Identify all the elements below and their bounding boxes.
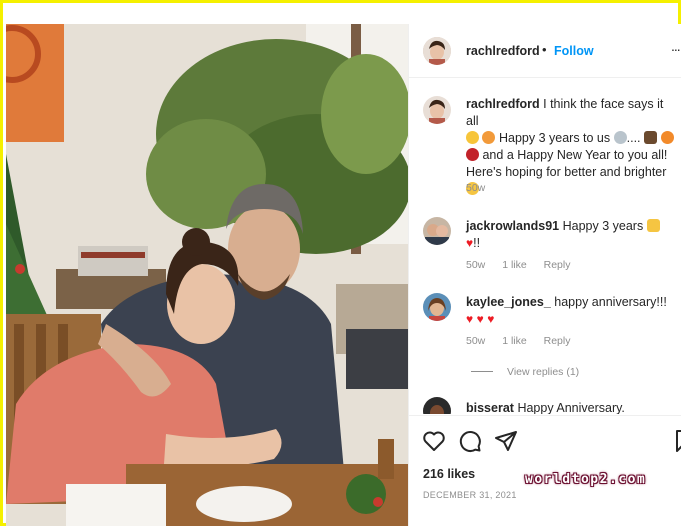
screenshot-frame: rachlredford • Follow ... rachlredford I… <box>0 0 681 526</box>
post-side-panel: rachlredford • Follow ... rachlredford I… <box>408 24 681 526</box>
smile-emoji-icon <box>466 131 479 144</box>
commenter-avatar-bisserat[interactable] <box>423 397 451 414</box>
separator-dot: • <box>542 42 547 57</box>
heart-icon[interactable] <box>422 429 446 453</box>
hugging-emoji-icon <box>646 219 660 232</box>
comment-tail: !! <box>473 236 481 250</box>
santa-emoji-icon <box>466 148 479 161</box>
comment-reply-button[interactable]: Reply <box>544 259 571 271</box>
comments-list: rachlredford I think the face says it al… <box>409 79 681 414</box>
more-options-icon[interactable]: ... <box>671 38 681 54</box>
caption-meta: 50w <box>466 182 499 194</box>
comment-text: jackrowlands91 Happy 3 years ♥!! <box>466 218 676 252</box>
view-replies-button[interactable]: View replies (1) <box>471 366 579 378</box>
caption-line-4: Here's hoping for better and brighter <box>466 165 667 179</box>
comment-text: kaylee_jones_ happy anniversary!!! ♥ ♥ ♥ <box>466 294 676 328</box>
caption-dots: .... <box>626 131 641 145</box>
comment-body: happy anniversary!!! <box>554 295 667 309</box>
red-heart-emoji-icon: ♥ <box>476 312 484 326</box>
ring-emoji-icon <box>613 131 627 144</box>
comment-meta: 50w 1 like Reply <box>466 259 584 271</box>
author-username[interactable]: rachlredford <box>466 44 540 58</box>
comment-time: 50w <box>466 259 486 271</box>
replies-divider <box>471 371 493 372</box>
comment-time: 50w <box>466 335 486 347</box>
red-heart-emoji-icon: ♥ <box>487 312 495 326</box>
caption-line-3: and a Happy New Year to you all! <box>482 148 668 162</box>
bookmark-icon[interactable] <box>672 429 681 453</box>
comment-icon[interactable] <box>458 429 482 453</box>
comment-likes[interactable]: 1 like <box>502 335 527 347</box>
likes-count[interactable]: 216 likes <box>423 467 475 481</box>
site-watermark: worldtop2.com <box>525 472 647 487</box>
comment-body: Happy 3 years <box>562 219 644 233</box>
comment-reply-button[interactable]: Reply <box>544 335 571 347</box>
follow-button[interactable]: Follow <box>554 44 594 58</box>
orange-heart-emoji-icon <box>660 131 674 144</box>
heart-eyes-emoji-icon <box>482 131 496 144</box>
caption-time: 50w <box>466 182 486 194</box>
share-icon[interactable] <box>494 429 518 453</box>
commenter-avatar-kaylee[interactable] <box>423 293 451 321</box>
author-avatar[interactable] <box>423 37 451 65</box>
view-replies-label: View replies (1) <box>507 366 580 378</box>
dog-emoji-icon <box>644 131 658 144</box>
post-date: DECEMBER 31, 2021 <box>423 490 517 500</box>
caption-line-2: Happy 3 years to us <box>498 131 611 145</box>
commenter-avatar-jack[interactable] <box>423 217 451 245</box>
comment-meta: 50w 1 like Reply <box>466 335 584 347</box>
caption-username[interactable]: rachlredford <box>466 97 540 111</box>
caption-avatar[interactable] <box>423 96 451 124</box>
comment-username[interactable]: bisserat <box>466 401 514 414</box>
post-header: rachlredford • Follow ... <box>409 24 681 78</box>
red-heart-emoji-icon: ♥ <box>466 312 474 326</box>
comment-username[interactable]: jackrowlands91 <box>466 219 559 233</box>
post-photo[interactable] <box>6 24 408 526</box>
comment-username[interactable]: kaylee_jones_ <box>466 295 551 309</box>
comment-body: Happy Anniversary. <box>517 401 625 414</box>
comment-likes[interactable]: 1 like <box>502 259 527 271</box>
comment-text: bisserat Happy Anniversary. <box>466 400 676 414</box>
photo-illustration <box>6 24 408 526</box>
